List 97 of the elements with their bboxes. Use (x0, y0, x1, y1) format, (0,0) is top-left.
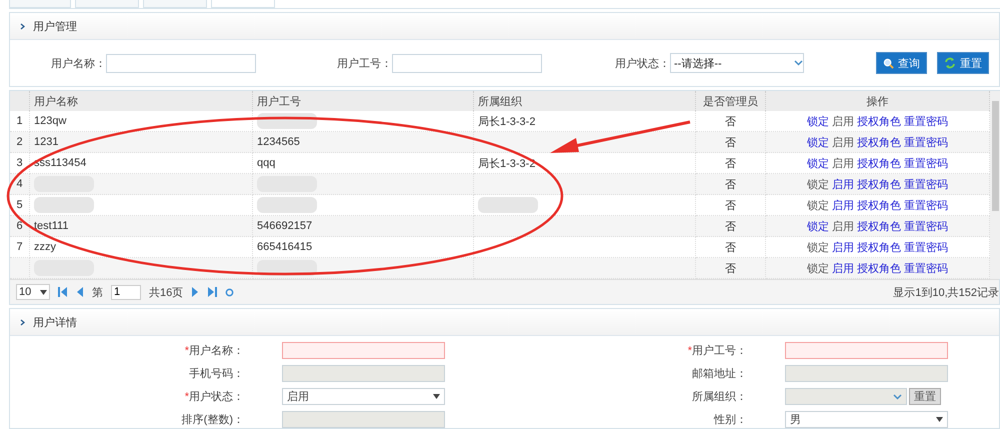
table-cell: 1234565 (253, 132, 474, 153)
field-label: *用户状态： (184, 390, 245, 404)
table-cell: 否 (696, 216, 766, 237)
next-page-icon[interactable] (191, 287, 200, 297)
caret-down-icon (936, 417, 943, 422)
row-number: 4 (10, 174, 30, 195)
field-label: *用户名称： (184, 344, 245, 358)
row-number: 3 (10, 153, 30, 174)
action-link[interactable]: 锁定 (807, 134, 829, 150)
field-label: *用户工号： (686, 344, 748, 358)
table-cell: 否 (696, 237, 766, 258)
input-field[interactable] (392, 54, 542, 72)
table-cell: 1231 (30, 132, 253, 153)
action-link[interactable]: 重置密码 (904, 176, 948, 192)
field-label: 用户工号： (336, 56, 392, 70)
row-number: 1 (10, 111, 30, 132)
table-cell: 否 (696, 195, 766, 216)
last-page-icon[interactable] (208, 287, 218, 297)
table-cell: 否 (696, 174, 766, 195)
action-link[interactable]: 重置密码 (904, 218, 948, 234)
panel-title: 用户详情 (33, 316, 77, 330)
table-cell: test111 (30, 216, 253, 237)
header-corner (10, 91, 30, 111)
action-link[interactable]: 启用 (832, 260, 854, 276)
chevron-right-icon (20, 22, 25, 30)
table-cell: 否 (696, 258, 766, 279)
action-link[interactable]: 重置密码 (904, 240, 948, 254)
row-number: 7 (10, 237, 30, 258)
refresh-icon[interactable] (225, 288, 234, 296)
search-icon (883, 58, 894, 68)
action-link[interactable]: 授权角色 (857, 260, 901, 276)
previous-page-icon[interactable] (75, 287, 84, 297)
table-cell: 否 (696, 132, 766, 153)
column-header: 用户工号 (253, 91, 474, 111)
chevron-right-icon (20, 318, 25, 326)
action-link[interactable]: 授权角色 (857, 156, 901, 170)
search-button[interactable]: 查询 (876, 52, 927, 74)
caret-down-icon (40, 290, 47, 294)
column-header: 操作 (766, 91, 990, 111)
table-cell: sss113454 (30, 153, 253, 174)
table-cell: 546692157 (253, 216, 474, 237)
field-label: 手机号码： (188, 367, 245, 381)
page-label: 第 (92, 286, 103, 300)
table-cell: 局长1-3-3-2 (474, 111, 696, 132)
action-link[interactable]: 锁定 (807, 114, 829, 128)
action-link[interactable]: 重置密码 (904, 156, 948, 170)
field-label: 性别： (712, 413, 748, 427)
action-link[interactable]: 启用 (832, 198, 854, 212)
action-link[interactable]: 锁定 (807, 156, 829, 170)
action-link[interactable]: 授权角色 (857, 176, 901, 192)
page-count: 共16页 (149, 286, 184, 300)
select-field[interactable]: --请选择-- (670, 53, 804, 73)
table-cell: zzzy (30, 237, 253, 258)
action-link[interactable]: 授权角色 (857, 198, 901, 212)
row-number: 2 (10, 132, 30, 153)
chevron-down-icon (893, 394, 902, 400)
field-label: 用户名称： (50, 56, 106, 70)
table-cell: qqq (253, 153, 474, 174)
field-label: 用户状态： (614, 56, 670, 70)
select-field[interactable]: 男 (785, 411, 948, 428)
select-field[interactable]: 启用 (282, 388, 445, 405)
action-link[interactable]: 授权角色 (857, 218, 901, 234)
action-link[interactable]: 授权角色 (857, 240, 901, 254)
action-link[interactable]: 重置密码 (904, 134, 948, 150)
table-cell: 否 (696, 111, 766, 132)
action-link[interactable]: 重置密码 (904, 198, 948, 212)
table-cell: 否 (696, 153, 766, 174)
page-input[interactable]: 1 (111, 284, 141, 300)
action-link[interactable]: 授权角色 (857, 114, 901, 128)
column-header: 是否管理员 (696, 91, 766, 111)
action-link[interactable]: 启用 (832, 240, 854, 254)
field-label: 排序(整数)： (180, 412, 245, 427)
page-size-select[interactable]: 10 (16, 284, 50, 300)
action-link[interactable]: 重置密码 (904, 260, 948, 276)
caret-down-icon (433, 394, 440, 399)
scrollbar[interactable] (990, 91, 1000, 279)
action-link[interactable]: 锁定 (807, 218, 829, 234)
refresh-icon (944, 57, 956, 69)
first-page-icon[interactable] (58, 287, 67, 297)
table-cell: 123qw (30, 111, 253, 132)
row-number: 5 (10, 195, 30, 216)
row-number: 6 (10, 216, 30, 237)
table-cell: 665416415 (253, 237, 474, 258)
action-link[interactable]: 启用 (832, 176, 854, 192)
reset-button[interactable]: 重置 (937, 52, 989, 74)
panel-title: 用户管理 (33, 20, 77, 34)
field-label: 所属组织： (691, 390, 748, 404)
input-field[interactable] (785, 342, 948, 359)
chevron-down-icon (794, 60, 803, 66)
column-header: 用户名称 (30, 91, 253, 111)
input-field[interactable] (106, 54, 256, 72)
action-link[interactable]: 授权角色 (857, 134, 901, 150)
record-summary: 显示1到10,共152记录 (893, 286, 999, 300)
input-field[interactable] (282, 342, 445, 359)
field-label: 邮箱地址： (691, 367, 748, 381)
column-header: 所属组织 (474, 91, 696, 111)
action-link[interactable]: 重置密码 (904, 114, 948, 128)
